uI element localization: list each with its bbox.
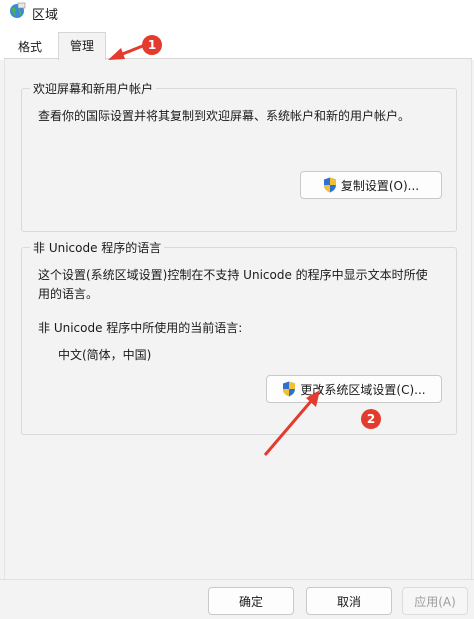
tab-format[interactable]: 格式 xyxy=(6,35,54,59)
uac-shield-icon xyxy=(283,381,296,397)
welcome-group: 欢迎屏幕和新用户帐户 查看你的国际设置并将其复制到欢迎屏幕、系统帐户和新的用户帐… xyxy=(21,80,457,232)
window-title: 区域 xyxy=(32,8,59,23)
change-system-locale-button[interactable]: 更改系统区域设置(C)... xyxy=(266,375,442,403)
uac-shield-icon xyxy=(323,177,336,193)
unicode-group: 非 Unicode 程序的语言 这个设置(系统区域设置)控制在不支持 Unico… xyxy=(21,239,457,435)
ok-label: 确定 xyxy=(238,594,263,609)
tab-strip: 格式 管理 xyxy=(0,30,474,60)
title-bar: 区域 xyxy=(0,0,474,30)
region-dialog: 区域 格式 管理 欢迎屏幕和新用户帐户 查看你的国际设置并将其复制到欢迎屏幕、系… xyxy=(0,0,474,619)
globe-region-icon xyxy=(10,2,26,18)
welcome-description: 查看你的国际设置并将其复制到欢迎屏幕、系统帐户和新的用户帐户。 xyxy=(38,109,411,123)
cancel-button[interactable]: 取消 xyxy=(306,587,392,615)
apply-button[interactable]: 应用(A) xyxy=(402,587,468,615)
tab-manage[interactable]: 管理 xyxy=(58,32,106,60)
copy-settings-button[interactable]: 复制设置(O)... xyxy=(300,171,442,199)
copy-settings-label: 复制设置(O)... xyxy=(340,178,420,193)
current-language-label: 非 Unicode 程序中所使用的当前语言: xyxy=(38,321,243,335)
current-language-value: 中文(简体，中国) xyxy=(58,348,152,362)
dialog-button-bar: 确定 取消 应用(A) xyxy=(0,579,474,619)
apply-label: 应用(A) xyxy=(414,594,456,609)
change-system-locale-label: 更改系统区域设置(C)... xyxy=(300,382,426,397)
welcome-group-title: 欢迎屏幕和新用户帐户 xyxy=(30,80,157,97)
cancel-label: 取消 xyxy=(336,594,361,609)
unicode-group-title: 非 Unicode 程序的语言 xyxy=(30,239,165,256)
manage-tab-pane: 欢迎屏幕和新用户帐户 查看你的国际设置并将其复制到欢迎屏幕、系统帐户和新的用户帐… xyxy=(4,59,472,579)
ok-button[interactable]: 确定 xyxy=(208,587,294,615)
unicode-description-line1: 这个设置(系统区域设置)控制在不支持 Unicode 的程序中显示文本时所使 xyxy=(38,268,428,282)
unicode-description-line2: 用的语言。 xyxy=(38,287,99,301)
